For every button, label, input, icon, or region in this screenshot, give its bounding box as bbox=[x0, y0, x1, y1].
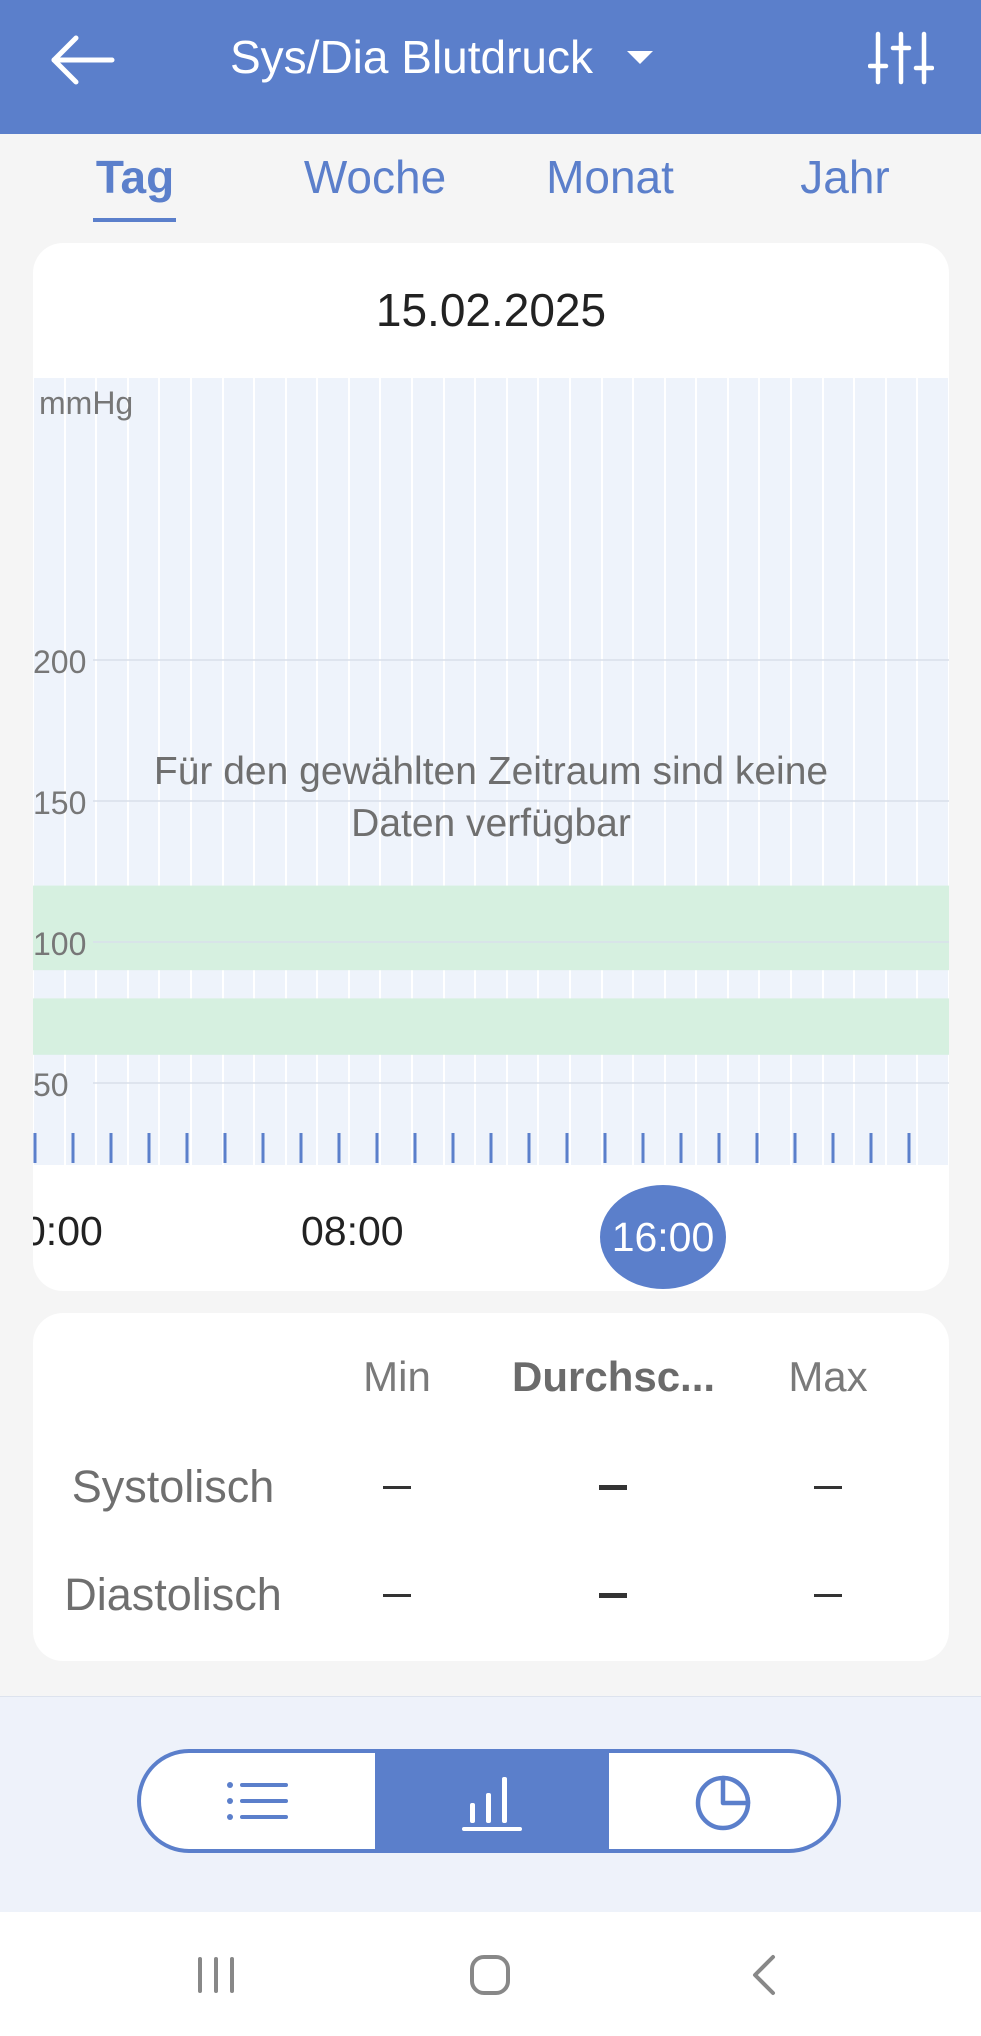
back-button[interactable] bbox=[40, 30, 120, 90]
tab-year[interactable]: Jahr bbox=[780, 150, 910, 220]
system-nav-bar bbox=[0, 1912, 981, 2036]
y-tick-label: 100 bbox=[33, 926, 86, 962]
y-axis-unit-label: mmHg bbox=[39, 385, 133, 421]
no-data-message-line2: Daten verfügbar bbox=[351, 802, 631, 845]
tab-week[interactable]: Woche bbox=[290, 150, 460, 220]
caret-down-icon bbox=[627, 50, 654, 64]
page-title: Sys/Dia Blutdruck bbox=[230, 31, 594, 83]
back-icon bbox=[753, 1955, 775, 1995]
pie-view-button[interactable] bbox=[609, 1753, 837, 1849]
recent-apps-button[interactable] bbox=[186, 1950, 246, 2000]
view-switcher bbox=[137, 1749, 841, 1853]
stats-value-sys-max bbox=[814, 1486, 842, 1489]
chart-plot-area[interactable]: 200 150 100 50 mmHg Für den gewählten Zeitra… bbox=[33, 378, 949, 1165]
stats-row-label-diastolic: Diastolisch bbox=[64, 1569, 282, 1620]
recent-apps-icon bbox=[198, 1957, 234, 1993]
pie-chart-icon bbox=[695, 1775, 751, 1831]
sliders-icon bbox=[867, 31, 935, 85]
home-icon bbox=[470, 1955, 510, 1995]
stats-header-max: Max bbox=[788, 1353, 868, 1400]
stats-value-sys-avg bbox=[599, 1485, 627, 1490]
filter-button[interactable] bbox=[867, 28, 935, 88]
stats-header-min: Min bbox=[363, 1353, 431, 1400]
stats-value-dia-max bbox=[814, 1594, 842, 1597]
home-button[interactable] bbox=[460, 1950, 520, 2000]
x-axis-label-0800: 08:00 bbox=[301, 1208, 404, 1254]
system-back-button[interactable] bbox=[735, 1950, 795, 2000]
x-axis-label-0000: 0:00 bbox=[33, 1208, 103, 1254]
chart-reference-band bbox=[33, 998, 949, 1055]
period-tabs: Tag Woche Monat Jahr bbox=[0, 150, 981, 230]
stats-row-label-systolic: Systolisch bbox=[71, 1461, 275, 1512]
stats-header-average: Durchsc... bbox=[512, 1353, 716, 1400]
stats-value-sys-min bbox=[383, 1486, 411, 1489]
stats-value-dia-min bbox=[383, 1594, 411, 1597]
active-tab-indicator bbox=[93, 218, 176, 222]
stats-card: Min Durchsc... Max Systolisch Diastolisc… bbox=[33, 1313, 949, 1661]
x-axis-selected-time[interactable]: 16:00 bbox=[600, 1185, 726, 1289]
list-view-button[interactable] bbox=[141, 1753, 375, 1849]
y-tick-label: 50 bbox=[33, 1067, 69, 1103]
stats-value-dia-avg bbox=[599, 1593, 627, 1598]
tab-month[interactable]: Monat bbox=[530, 150, 690, 220]
chart-view-button[interactable] bbox=[375, 1753, 609, 1849]
chart-reference-band bbox=[33, 885, 949, 971]
no-data-message-line1: Für den gewählten Zeitraum sind keine bbox=[153, 750, 829, 793]
selected-date[interactable]: 15.02.2025 bbox=[33, 283, 949, 337]
metric-dropdown[interactable]: Sys/Dia Blutdruck bbox=[230, 24, 654, 90]
arrow-left-icon bbox=[51, 35, 115, 85]
list-icon bbox=[227, 1782, 288, 1820]
view-switcher-panel bbox=[0, 1696, 981, 1913]
bar-chart-icon bbox=[462, 1777, 522, 1831]
app-bar: Sys/Dia Blutdruck bbox=[0, 0, 981, 134]
chart-card: 15.02.2025 200 150 100 50 mmHg Für den gewäh… bbox=[33, 243, 949, 1291]
tab-day[interactable]: Tag bbox=[90, 150, 180, 220]
y-tick-label: 200 bbox=[33, 644, 86, 680]
